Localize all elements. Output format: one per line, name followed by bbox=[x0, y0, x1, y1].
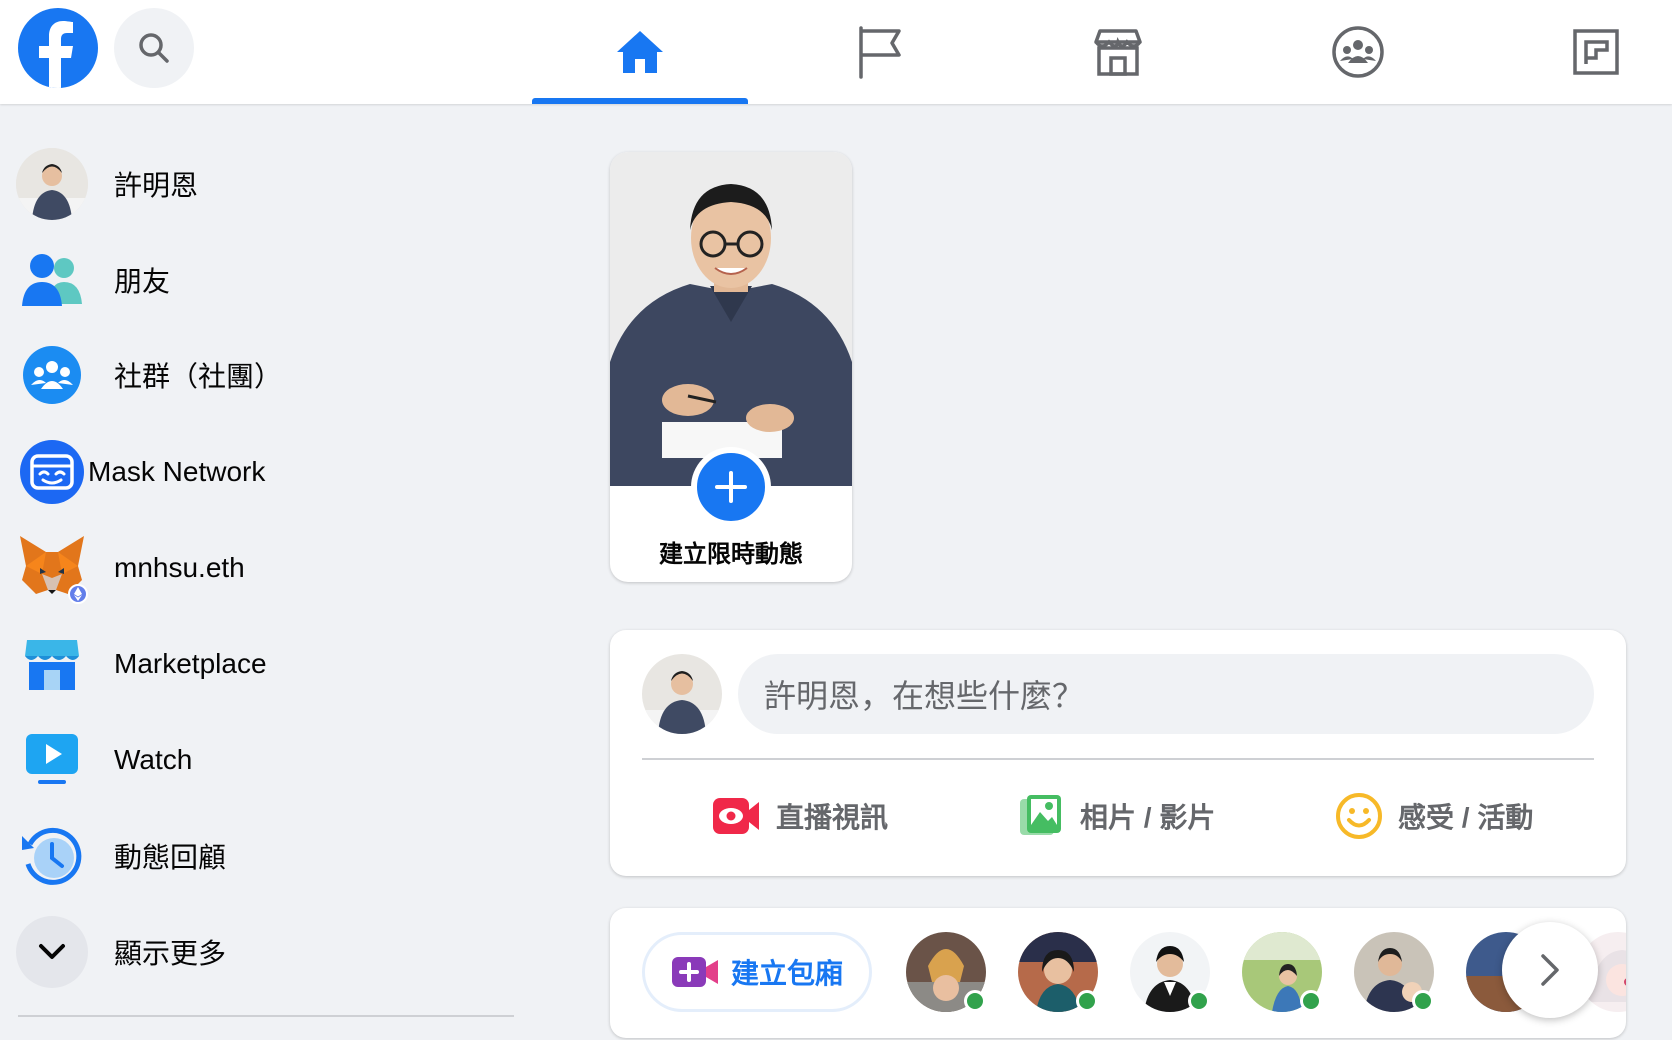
tab-gaming[interactable] bbox=[1488, 0, 1672, 104]
composer-divider bbox=[642, 758, 1594, 760]
sidebar-item-mnhsu-eth[interactable]: mnhsu.eth bbox=[16, 523, 516, 613]
sidebar-item-label: mnhsu.eth bbox=[114, 552, 245, 583]
groups-icon bbox=[1332, 26, 1384, 78]
sidebar-item-label: Watch bbox=[114, 744, 193, 775]
shop-icon bbox=[1094, 29, 1142, 76]
sidebar-item-label: Mask Network bbox=[88, 456, 266, 487]
sidebar-divider bbox=[18, 1015, 514, 1017]
next-contacts-button[interactable] bbox=[1502, 922, 1598, 1018]
plus-icon bbox=[715, 471, 747, 503]
online-status-dot bbox=[1076, 990, 1098, 1012]
facebook-logo-icon[interactable] bbox=[18, 8, 98, 88]
chevron-right-icon bbox=[1541, 954, 1559, 986]
watch-icon bbox=[16, 724, 88, 796]
online-status-dot bbox=[1412, 990, 1434, 1012]
feeling-activity-button[interactable]: 感受 / 活動 bbox=[1336, 776, 1533, 856]
sidebar-item-label: Marketplace bbox=[114, 648, 267, 679]
groups-icon bbox=[16, 339, 88, 411]
live-video-label: 直播視訊 bbox=[776, 802, 889, 833]
marketplace-icon bbox=[16, 628, 88, 700]
sidebar-item-marketplace[interactable]: Marketplace bbox=[16, 619, 516, 709]
sidebar-item-label: 社群（社團） bbox=[114, 361, 283, 392]
sidebar-item-friends[interactable]: 朋友 bbox=[16, 235, 516, 325]
create-story-card[interactable]: 建立限時動態 bbox=[610, 152, 852, 582]
tab-groups[interactable] bbox=[1250, 0, 1466, 104]
tab-pages[interactable] bbox=[772, 0, 988, 104]
online-contact[interactable] bbox=[1018, 932, 1098, 1012]
gaming-icon bbox=[1573, 29, 1619, 75]
search-icon bbox=[139, 33, 169, 63]
create-story-label: 建立限時動態 bbox=[659, 541, 803, 568]
online-contact[interactable] bbox=[1130, 932, 1210, 1012]
chevron-down-icon bbox=[39, 944, 65, 959]
online-status-dot bbox=[964, 990, 986, 1012]
post-composer: 許明恩，在想些什麼？ 直播視訊 相片 / 影片 感受 / 活動 bbox=[610, 630, 1626, 876]
video-room-icon bbox=[671, 957, 718, 987]
create-room-button[interactable]: 建立包廂 bbox=[642, 932, 872, 1012]
profile-avatar bbox=[16, 148, 88, 220]
sidebar-show-more[interactable]: 顯示更多 bbox=[16, 907, 516, 997]
show-more-circle bbox=[16, 916, 88, 988]
feeling-icon bbox=[1336, 793, 1382, 839]
flag-icon bbox=[859, 26, 901, 79]
metamask-fox-icon bbox=[16, 532, 88, 604]
story-profile-photo bbox=[610, 152, 852, 486]
sidebar-item-watch[interactable]: Watch bbox=[16, 715, 516, 805]
photo-video-icon bbox=[1020, 795, 1061, 835]
sidebar-item-groups[interactable]: 社群（社團） bbox=[16, 330, 516, 420]
add-story-button[interactable] bbox=[691, 447, 771, 527]
memories-icon bbox=[16, 820, 88, 892]
top-navigation-bar bbox=[0, 0, 1672, 104]
whats-on-your-mind-input[interactable]: 許明恩，在想些什麼？ bbox=[738, 654, 1594, 734]
online-status-dot bbox=[1188, 990, 1210, 1012]
live-video-icon bbox=[713, 798, 759, 834]
online-contact[interactable] bbox=[906, 932, 986, 1012]
tab-marketplace[interactable] bbox=[1010, 0, 1226, 104]
sidebar-item-label: 動態回顧 bbox=[114, 842, 227, 873]
feeling-activity-label: 感受 / 活動 bbox=[1398, 802, 1534, 833]
composer-avatar[interactable] bbox=[642, 654, 722, 734]
photo-video-label: 相片 / 影片 bbox=[1080, 802, 1216, 833]
rooms-bar: 建立包廂 bbox=[610, 908, 1626, 1038]
sidebar-item-label: 朋友 bbox=[114, 266, 171, 297]
search-button[interactable] bbox=[114, 8, 194, 88]
live-video-button[interactable]: 直播視訊 bbox=[712, 776, 888, 856]
online-contact[interactable] bbox=[1242, 932, 1322, 1012]
friends-icon bbox=[16, 244, 88, 316]
sidebar-item-profile[interactable]: 許明恩 bbox=[16, 139, 516, 229]
online-contact[interactable] bbox=[1354, 932, 1434, 1012]
create-room-label: 建立包廂 bbox=[730, 958, 843, 989]
sidebar-item-memories[interactable]: 動態回顧 bbox=[16, 811, 516, 901]
online-status-dot bbox=[1300, 990, 1322, 1012]
home-icon bbox=[617, 31, 663, 73]
photo-video-button[interactable]: 相片 / 影片 bbox=[1018, 776, 1215, 856]
mask-network-icon bbox=[16, 436, 88, 508]
tab-home[interactable] bbox=[532, 0, 748, 104]
sidebar-item-label: 顯示更多 bbox=[114, 938, 227, 969]
sidebar-item-mask-network[interactable]: Mask Network bbox=[16, 427, 516, 517]
sidebar-item-label: 許明恩 bbox=[114, 170, 199, 201]
